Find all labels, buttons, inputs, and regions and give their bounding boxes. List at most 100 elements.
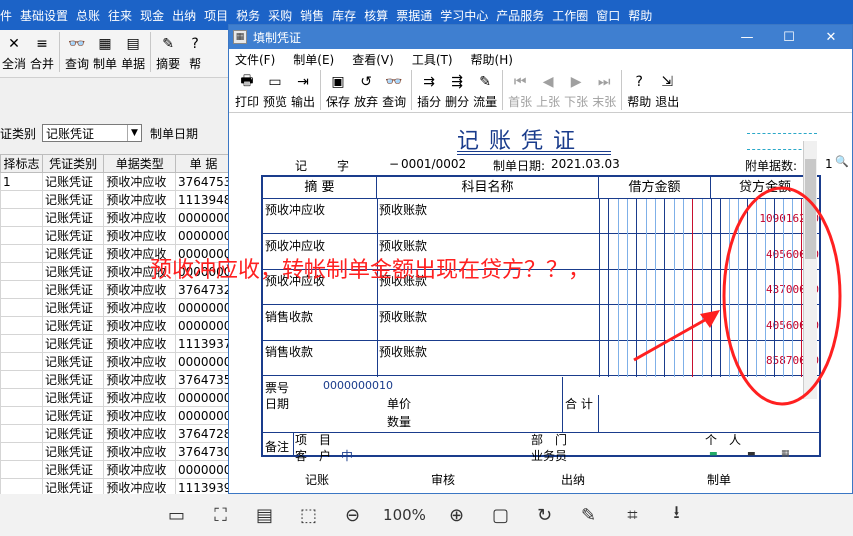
dialog-toolbar-button[interactable]: ⏮ 首张	[506, 70, 534, 112]
dialog-toolbar-button[interactable]: ⇶ 删分	[443, 70, 471, 112]
bg-toolbar-button[interactable]: ▤ 单据	[119, 30, 147, 74]
layout-icon[interactable]: ▭	[157, 501, 197, 529]
fit-icon[interactable]: ⛶	[201, 501, 241, 529]
bg-toolbar-button[interactable]: ✕ 全消	[0, 30, 28, 74]
menu-item[interactable]: 件	[0, 7, 12, 24]
card-icon[interactable]: ▬	[709, 449, 718, 459]
table-row[interactable]: 记账凭证 预收冲应收 3764728	[0, 424, 232, 443]
voucher-entry-row[interactable]: 销售收款预收账款85870000	[263, 341, 819, 377]
column-header[interactable]: 单据类型	[103, 154, 176, 173]
dialog-toolbar-button[interactable]: ▶ 下张	[562, 70, 590, 112]
entry-summary[interactable]: 销售收款	[265, 343, 313, 360]
entry-account[interactable]: 预收账款	[379, 201, 427, 218]
dialog-toolbar-button[interactable]: 👓 查询	[380, 70, 408, 112]
table-row[interactable]: 记账凭证 预收冲应收 3764735	[0, 370, 232, 389]
dialog-toolbar-button[interactable]: ⇲ 退出	[653, 70, 681, 112]
scrollbar-thumb[interactable]	[805, 159, 816, 259]
zoom-in-icon[interactable]: ⊕	[437, 501, 477, 529]
dialog-menu-item[interactable]: 制单(E)	[293, 51, 334, 68]
table-row[interactable]: 记账凭证 预收冲应收 0000000	[0, 352, 232, 371]
entry-summary[interactable]: 销售收款	[265, 308, 313, 325]
dialog-toolbar-button[interactable]: ⏭ 末张	[590, 70, 618, 112]
voucher-date-value[interactable]: 2021.03.03	[551, 157, 620, 171]
menu-item[interactable]: 总账	[76, 7, 100, 24]
menu-item[interactable]: 学习中心	[440, 7, 488, 24]
menu-item[interactable]: 采购	[268, 7, 292, 24]
menu-item[interactable]: 销售	[300, 7, 324, 24]
column-header[interactable]: 凭证类别	[41, 154, 105, 173]
menu-item[interactable]: 库存	[332, 7, 356, 24]
menu-item[interactable]: 往来	[108, 7, 132, 24]
column-header[interactable]: 单 据	[174, 154, 232, 173]
menu-item[interactable]: 帮助	[628, 7, 652, 24]
table-row[interactable]: 记账凭证 预收冲应收 0000000	[0, 208, 232, 227]
bg-toolbar-button[interactable]: ≡ 合并	[28, 30, 56, 74]
chevron-down-icon[interactable]: ▼	[127, 125, 141, 141]
maximize-icon[interactable]: ☐	[768, 30, 810, 45]
dialog-toolbar-button[interactable]: ⇥ 输出	[289, 70, 317, 112]
dialog-menu-item[interactable]: 帮助(H)	[471, 51, 513, 68]
dialog-toolbar-button[interactable]: ▣ 保存	[324, 70, 352, 112]
menu-item[interactable]: 窗口	[596, 7, 620, 24]
bg-toolbar-button[interactable]: ? 帮	[182, 30, 208, 74]
dialog-menu-item[interactable]: 查看(V)	[352, 51, 394, 68]
dialog-menu-item[interactable]: 文件(F)	[235, 51, 275, 68]
attach-value[interactable]: 1	[825, 157, 833, 171]
voucher-scrollbar[interactable]	[803, 141, 817, 399]
actual-size-icon[interactable]: ▢	[481, 501, 521, 529]
menu-item[interactable]: 核算	[364, 7, 388, 24]
menu-item[interactable]: 现金	[140, 7, 164, 24]
table-row[interactable]: 记账凭证 预收冲应收 1113939	[0, 478, 232, 494]
bg-toolbar-button[interactable]: 👓 查询	[63, 30, 91, 74]
menu-item[interactable]: 基础设置	[20, 7, 68, 24]
zoom-out-icon[interactable]: ⊖	[333, 501, 373, 529]
customer-value[interactable]: 中	[341, 447, 353, 464]
column-header[interactable]: 择标志	[0, 154, 43, 173]
close-icon[interactable]: ✕	[810, 30, 852, 45]
table-row[interactable]: 记账凭证 预收冲应收 0000000	[0, 226, 232, 245]
voucher-entry-row[interactable]: 销售收款预收账款40560000	[263, 306, 819, 341]
menu-item[interactable]: 票据通	[396, 7, 432, 24]
fullscreen-icon[interactable]: ⬚	[289, 501, 329, 529]
table-row[interactable]: 记账凭证 预收冲应收 0000000	[0, 460, 232, 479]
calc-icon[interactable]: ▬	[747, 449, 756, 459]
crop-icon[interactable]: ⌗	[613, 501, 653, 529]
dialog-toolbar-button[interactable]: ↺ 放弃	[352, 70, 380, 112]
menu-item[interactable]: 项目	[204, 7, 228, 24]
dialog-toolbar-button[interactable]: ⇉ 插分	[415, 70, 443, 112]
dialog-toolbar-button[interactable]: ◀ 上张	[534, 70, 562, 112]
entry-summary[interactable]: 预收冲应收	[265, 201, 325, 218]
rotate-icon[interactable]: ↻	[525, 501, 565, 529]
table-row[interactable]: 记账凭证 预收冲应收 3764730	[0, 442, 232, 461]
dialog-toolbar-button[interactable]: ✎ 流量	[471, 70, 499, 112]
entry-account[interactable]: 预收账款	[379, 343, 427, 360]
bg-toolbar-button[interactable]: ▦ 制单	[91, 30, 119, 74]
menu-item[interactable]: 税务	[236, 7, 260, 24]
dialog-menu-item[interactable]: 工具(T)	[412, 51, 453, 68]
grid-icon[interactable]: ▦	[781, 449, 790, 459]
bg-toolbar-button[interactable]: ✎ 摘要	[154, 30, 182, 74]
table-row[interactable]: 记账凭证 预收冲应收 0000000	[0, 298, 232, 317]
table-row[interactable]: 记账凭证 预收冲应收 0000000	[0, 388, 232, 407]
voucher-number[interactable]: 0001/0002	[401, 157, 466, 171]
download-icon[interactable]: ⭳	[657, 501, 697, 529]
minimize-icon[interactable]: —	[726, 30, 768, 45]
dialog-titlebar[interactable]: ▦ 填制凭证 — ☐ ✕	[229, 25, 852, 49]
dialog-toolbar-button[interactable]: 🖶 打印	[233, 70, 261, 112]
dialog-toolbar-button[interactable]: ▭ 预览	[261, 70, 289, 112]
edit-icon[interactable]: ✎	[569, 501, 609, 529]
menu-item[interactable]: 工作圈	[552, 7, 588, 24]
voucher-entry-row[interactable]: 预收冲应收 预收账款 109016250	[263, 199, 819, 234]
voucher-type-code[interactable]: 记	[295, 157, 307, 174]
table-row[interactable]: 记账凭证 预收冲应收 0000000	[0, 406, 232, 425]
search-icon[interactable]: 🔍	[835, 155, 849, 168]
menu-item[interactable]: 出纳	[172, 7, 196, 24]
ocr-icon[interactable]: ▤	[245, 501, 285, 529]
voucher-type-select[interactable]: 记账凭证 ▼	[42, 124, 143, 142]
entry-account[interactable]: 预收账款	[379, 308, 427, 325]
dialog-toolbar-button[interactable]: ? 帮助	[625, 70, 653, 112]
ticket-value[interactable]: 0000000010	[323, 379, 393, 392]
table-row[interactable]: 记账凭证 预收冲应收 1113937	[0, 334, 232, 353]
table-row[interactable]: 1 记账凭证 预收冲应收 3764753	[0, 172, 232, 191]
table-row[interactable]: 记账凭证 预收冲应收 1113948	[0, 190, 232, 209]
